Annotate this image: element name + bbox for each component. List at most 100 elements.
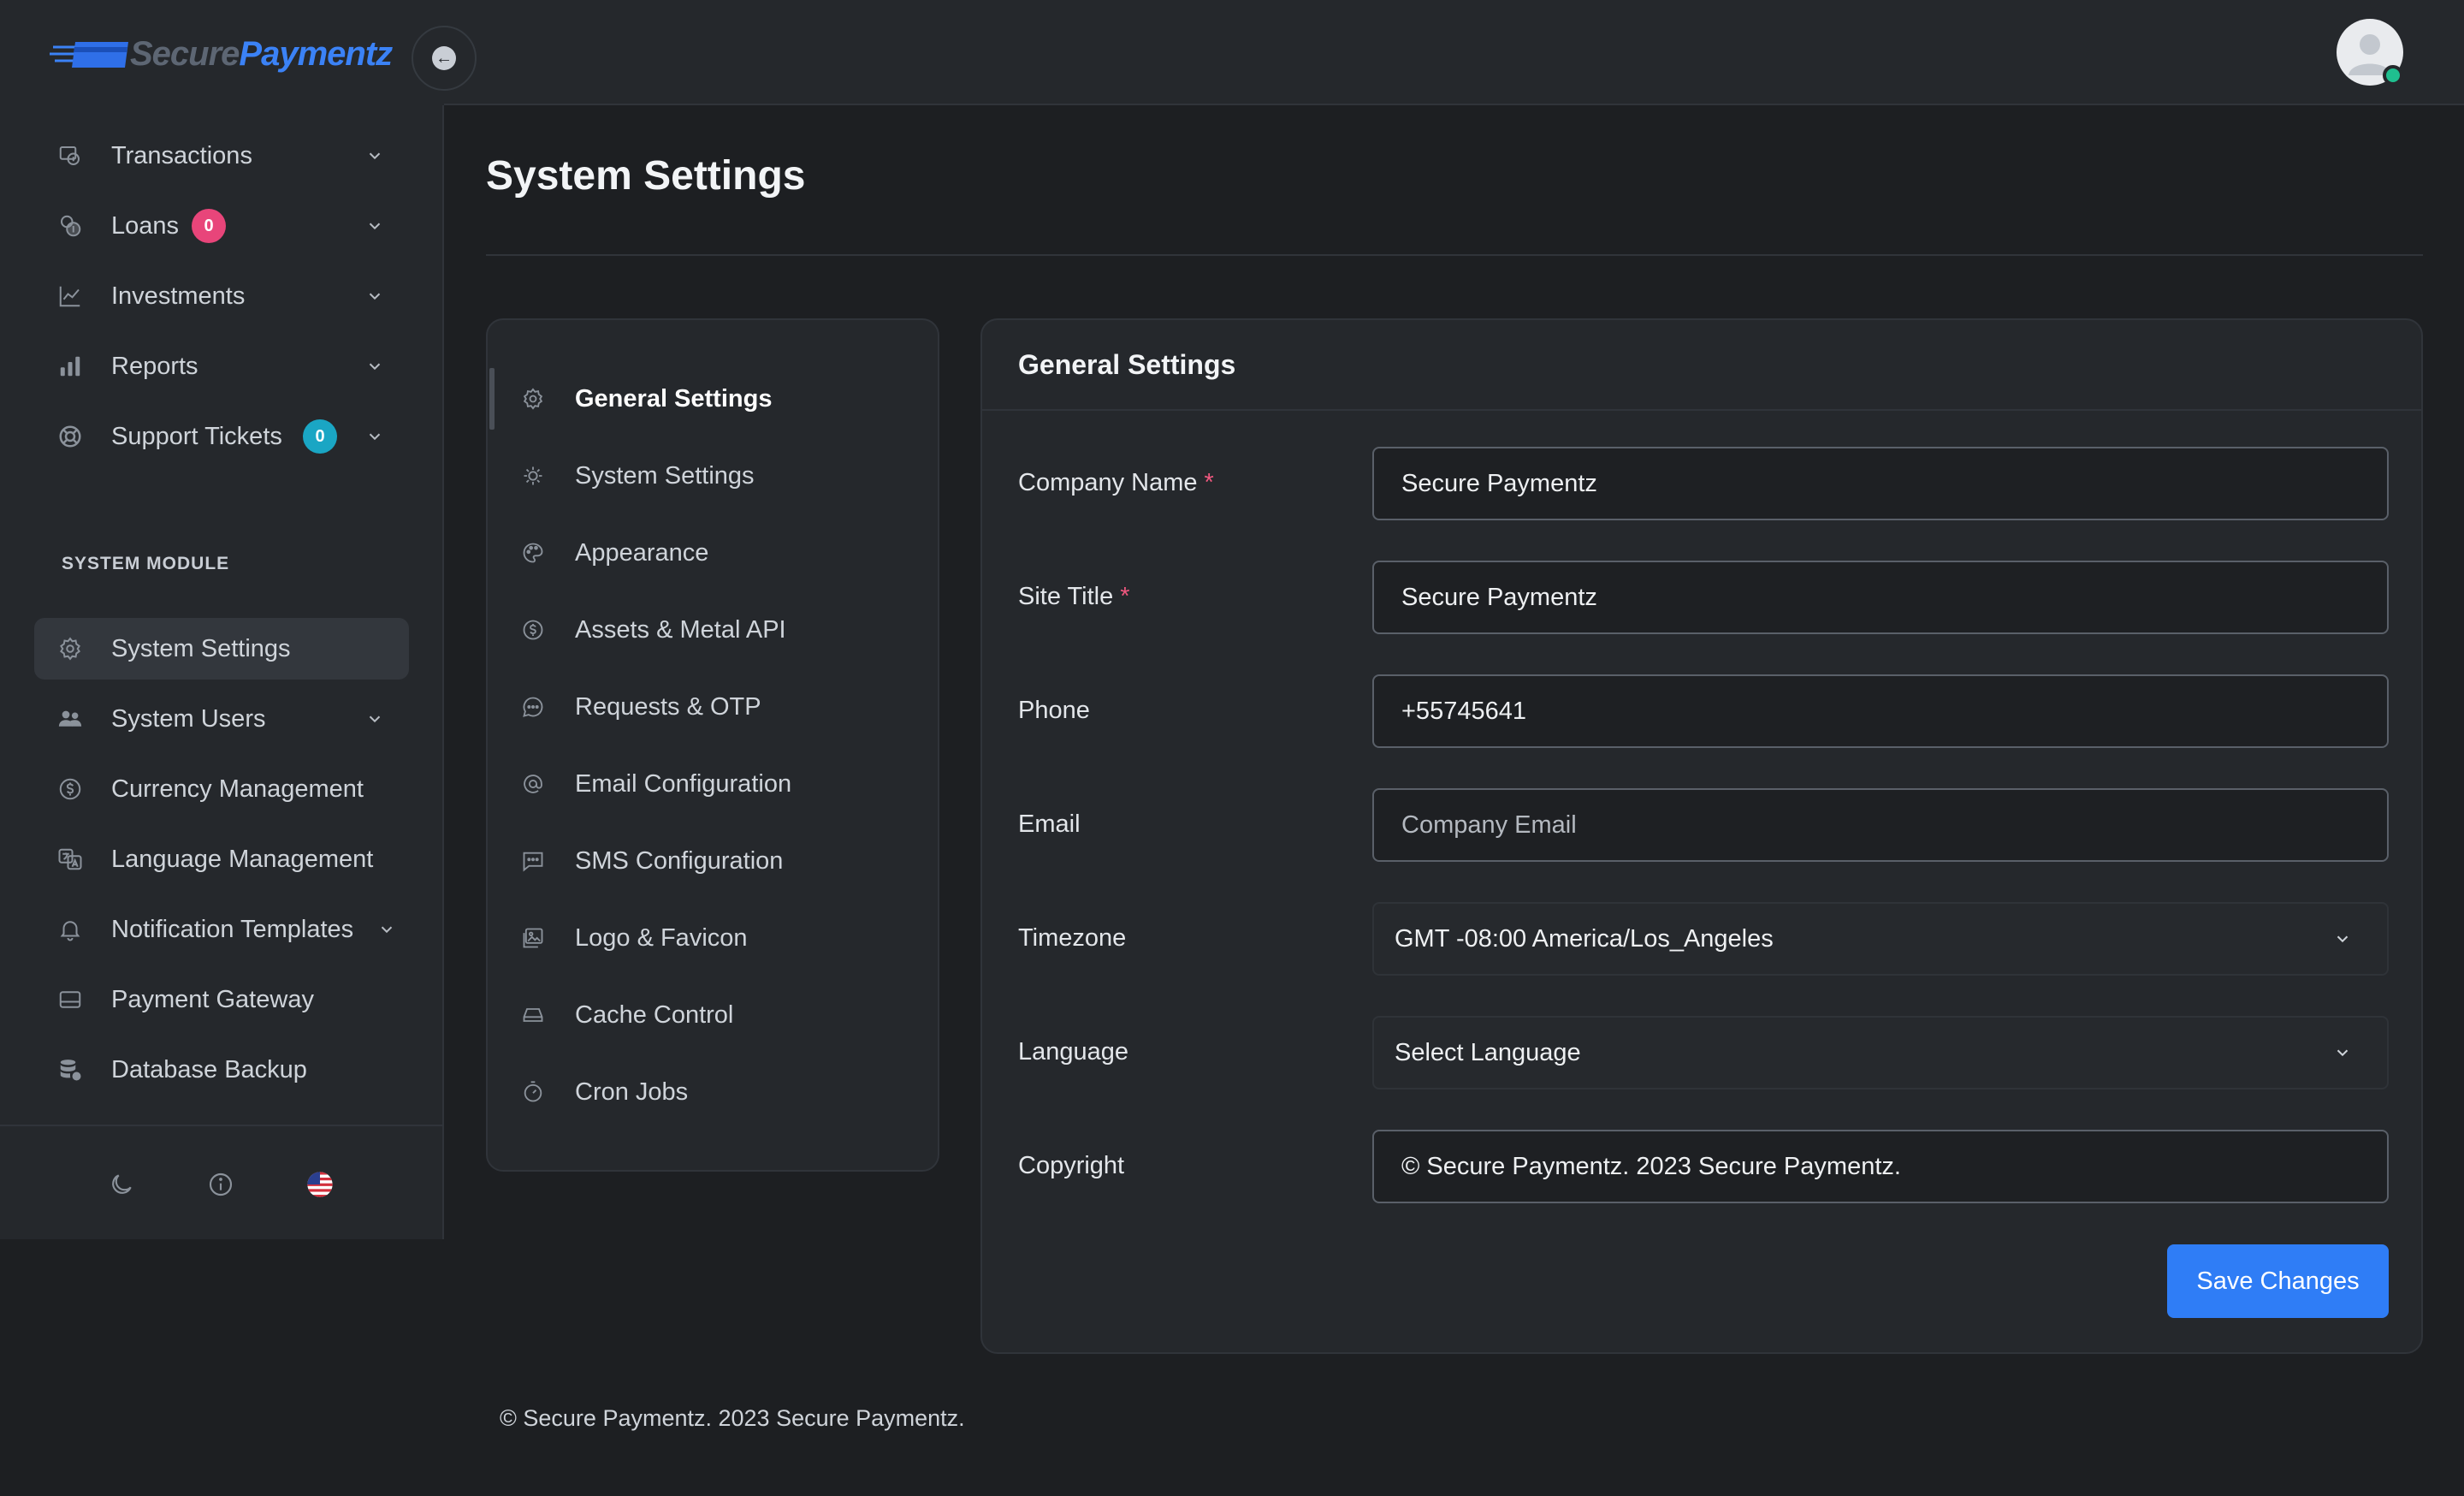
palette-icon: [520, 540, 546, 566]
sidebar-item-loans[interactable]: Loans 0: [34, 195, 409, 257]
timezone-row: Timezone GMT -08:00 America/Los_Angeles: [982, 902, 2421, 976]
translate-icon: [56, 846, 84, 873]
settings-menu-label: General Settings: [575, 384, 773, 413]
sidebar-collapse-button[interactable]: ←: [412, 26, 477, 91]
sidebar-item-transactions[interactable]: Transactions: [34, 125, 409, 187]
chevron-down-icon: [363, 354, 387, 378]
save-changes-button[interactable]: Save Changes: [2167, 1244, 2389, 1318]
timezone-select[interactable]: GMT -08:00 America/Los_Angeles: [1372, 902, 2389, 976]
settings-menu-label: System Settings: [575, 461, 755, 490]
wallet-icon: [56, 986, 84, 1013]
cog-icon: [520, 463, 546, 489]
us-flag-icon[interactable]: [305, 1169, 335, 1200]
chevron-down-icon: [375, 917, 399, 941]
site-title-input[interactable]: [1372, 561, 2389, 634]
sidebar-item-label: Database Backup: [111, 1055, 307, 1083]
chevron-down-icon: [363, 707, 387, 731]
settings-menu-label: Cron Jobs: [575, 1077, 689, 1106]
settings-menu-requests-otp[interactable]: Requests & OTP: [488, 676, 938, 738]
app-root: CardsTransactionsLoans0InvestmentsReport…: [0, 0, 2464, 1496]
copyright-input[interactable]: [1372, 1130, 2389, 1203]
sidebar-item-language-management[interactable]: Language Management: [34, 828, 409, 890]
sidebar-item-system-settings[interactable]: System Settings: [34, 618, 409, 680]
sidebar-item-database-backup[interactable]: Database Backup: [34, 1039, 409, 1101]
count-badge: 0: [303, 419, 337, 454]
phone-input[interactable]: [1372, 674, 2389, 748]
currency-icon: [56, 775, 84, 803]
settings-menu-label: Appearance: [575, 538, 709, 567]
email-input[interactable]: [1372, 788, 2389, 862]
sidebar-item-label: Transactions: [111, 141, 252, 169]
sidebar-item-system-users[interactable]: System Users: [34, 688, 409, 750]
general-settings-panel: General Settings Company Name* Site Titl…: [980, 318, 2423, 1354]
sidebar-item-currency-management[interactable]: Currency Management: [34, 758, 409, 820]
logo-bar: SecurePaymentz: [0, 0, 444, 105]
company-name-label: Company Name *: [1018, 469, 1214, 496]
sidebar-item-label: Payment Gateway: [111, 985, 314, 1013]
chevron-down-icon: [363, 214, 387, 238]
sidebar-item-support-tickets[interactable]: Support Tickets 0: [34, 406, 409, 467]
settings-menu-system-settings[interactable]: System Settings: [488, 445, 938, 507]
sidebar-footer: [0, 1125, 444, 1239]
settings-menu-assets-metal-api[interactable]: Assets & Metal API: [488, 599, 938, 661]
brand-logo-icon: [50, 35, 128, 73]
settings-menu-appearance[interactable]: Appearance: [488, 522, 938, 584]
top-bar: [444, 0, 2464, 105]
sidebar-item-label: System Users: [111, 704, 266, 733]
language-select[interactable]: Select Language: [1372, 1016, 2389, 1089]
settings-menu-label: Requests & OTP: [575, 692, 761, 721]
chevron-down-icon: [2332, 929, 2353, 949]
language-value: Select Language: [1395, 1038, 1581, 1066]
bell-icon: [56, 916, 84, 943]
brand-logo[interactable]: SecurePaymentz: [50, 33, 393, 75]
phone-row: Phone: [982, 674, 2421, 748]
email-row: Email: [982, 788, 2421, 862]
sidebar-item-label: Support Tickets: [111, 422, 282, 450]
settings-menu-logo-favicon[interactable]: Logo & Favicon: [488, 907, 938, 969]
panel-header: General Settings: [982, 320, 2421, 411]
sidebar-item-reports[interactable]: Reports: [34, 335, 409, 397]
company-name-row: Company Name *: [982, 447, 2421, 520]
title-divider: [486, 254, 2423, 256]
page-title: System Settings: [486, 153, 806, 199]
sidebar-item-label: Loans: [111, 211, 180, 240]
sidebar-item-notification-templates[interactable]: Notification Templates: [34, 899, 409, 960]
settings-menu-sms-configuration[interactable]: SMS Configuration: [488, 830, 938, 892]
count-badge: 0: [192, 209, 226, 243]
coins-icon: [56, 212, 84, 240]
chat-icon: [520, 694, 546, 720]
sidebar-item-payment-gateway[interactable]: Payment Gateway: [34, 969, 409, 1030]
sms-icon: [520, 848, 546, 874]
company-name-input[interactable]: [1372, 447, 2389, 520]
gear-icon: [520, 386, 546, 412]
brand-name: SecurePaymentz: [130, 34, 393, 73]
language-label: Language: [1018, 1038, 1129, 1066]
site-title-row: Site Title *: [982, 561, 2421, 634]
sidebar-item-investments[interactable]: Investments: [34, 265, 409, 327]
copyright-label: Copyright: [1018, 1152, 1125, 1179]
info-icon[interactable]: [205, 1169, 236, 1200]
lifebuoy-icon: [56, 423, 84, 450]
settings-menu-label: Logo & Favicon: [575, 923, 748, 952]
chart-line-icon: [56, 282, 84, 310]
sidebar-item-label: Reports: [111, 352, 198, 380]
settings-menu-label: SMS Configuration: [575, 846, 784, 875]
sidebar-item-label: Language Management: [111, 845, 374, 873]
language-row: Language Select Language: [982, 1016, 2421, 1089]
settings-menu-cache-control[interactable]: Cache Control: [488, 984, 938, 1046]
users-icon: [56, 705, 84, 733]
copyright-row: Copyright: [982, 1130, 2421, 1203]
stopwatch-icon: [520, 1079, 546, 1105]
sidebar-item-label: System Settings: [111, 634, 291, 662]
moon-icon[interactable]: [106, 1169, 137, 1200]
settings-menu-label: Email Configuration: [575, 769, 792, 798]
settings-menu-cron-jobs[interactable]: Cron Jobs: [488, 1061, 938, 1123]
dollar-circle-icon: [520, 617, 546, 643]
chevron-down-icon: [363, 144, 387, 168]
settings-menu-general-settings[interactable]: General Settings: [488, 368, 938, 430]
settings-menu-email-configuration[interactable]: Email Configuration: [488, 753, 938, 815]
transactions-icon: [56, 142, 84, 169]
drive-icon: [520, 1002, 546, 1028]
chevron-down-icon: [363, 424, 387, 448]
settings-menu-label: Assets & Metal API: [575, 615, 786, 644]
